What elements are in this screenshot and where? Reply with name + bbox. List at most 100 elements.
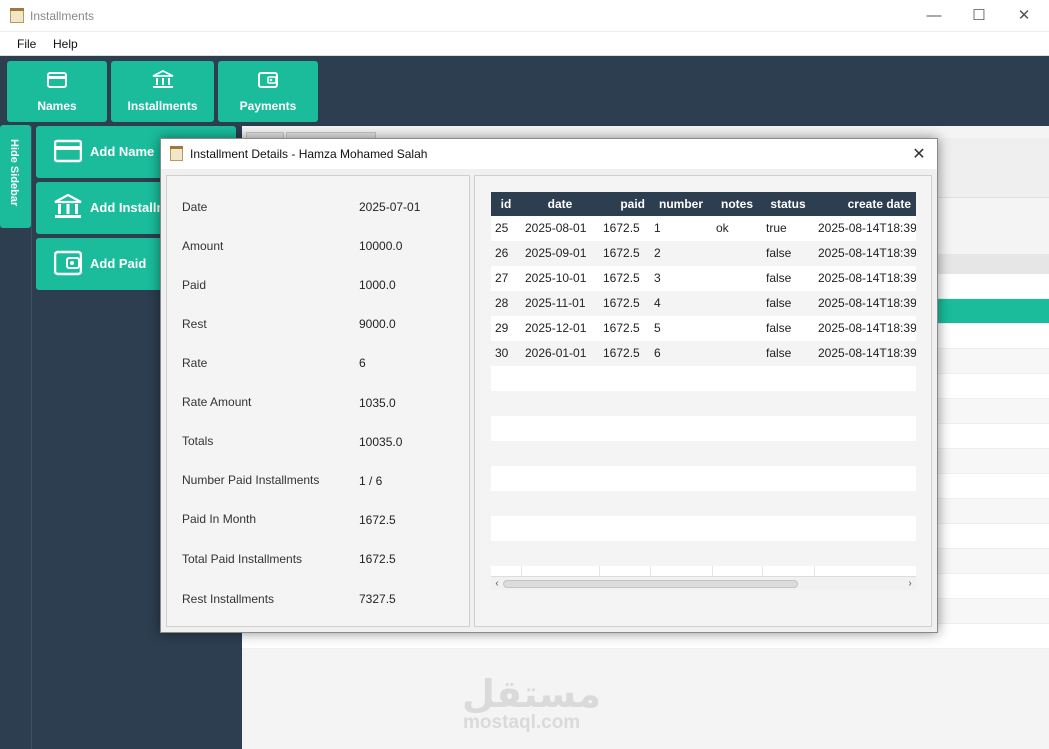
cell-create-date: 2025-08-14T18:39: [818,346,916,360]
cell-create-date: 2025-08-14T18:39: [818,221,916,235]
tab-installments[interactable]: Installments [111,61,214,122]
cell-create-date: 2025-08-14T18:39: [818,246,916,260]
wallet-icon [54,250,82,276]
tab-names-label: Names [37,99,77,113]
window-titlebar: Installments — ☐ ✕ [0,0,1049,32]
installment-details-dialog: Installment Details - Hamza Mohamed Sala… [160,138,938,633]
app-notepad-icon [10,8,24,23]
column-header[interactable]: id [491,192,521,216]
cell-id: 30 [495,346,509,360]
empty-row [491,441,916,466]
cell-paid: 1672.5 [603,271,640,285]
detail-value: 1000.0 [359,278,396,292]
cell-id: 29 [495,321,509,335]
detail-label: Paid [182,278,207,292]
cell-notes [712,291,762,316]
column-header[interactable]: status [762,192,814,216]
detail-value: 2025-07-01 [359,200,421,214]
tab-payments[interactable]: Payments [218,61,318,122]
cell-id: 27 [495,271,509,285]
cell-status: false [766,296,792,310]
cell-paid: 1672.5 [603,221,640,235]
cell-status: false [766,246,792,260]
detail-label: Paid In Month [182,512,257,526]
watermark-arabic: مستقل [462,672,601,716]
detail-label: Rest Installments [182,592,275,606]
cell-paid: 1672.5 [603,246,640,260]
tab-names[interactable]: Names [7,61,107,122]
dialog-close-button[interactable]: ✕ [909,144,929,164]
cell-paid: 1672.5 [603,296,640,310]
cell-paid: 1672.5 [603,321,640,335]
column-header[interactable]: create date [814,192,916,216]
empty-row [491,516,916,541]
column-header[interactable]: number [650,192,712,216]
table-row[interactable]: 30 2026-01-01 1672.5 6 false 2025-08-14T… [491,341,916,366]
cell-create-date: 2025-08-14T18:39: [818,321,916,335]
detail-value: 6 [359,356,366,370]
table-row[interactable]: 28 2025-11-01 1672.5 4 false 2025-08-14T… [491,291,916,316]
scrollbar-thumb[interactable] [503,580,798,588]
detail-value: 1 / 6 [359,474,383,488]
scroll-right-icon[interactable]: › [904,577,916,590]
cell-date: 2025-11-01 [525,296,586,310]
column-header[interactable]: notes [712,192,762,216]
cell-paid: 1672.5 [603,346,640,360]
menu-help[interactable]: Help [53,37,78,51]
app-notepad-icon [170,146,183,161]
minimize-button[interactable]: — [919,6,949,26]
table-row[interactable]: 27 2025-10-01 1672.5 3 false 2025-08-14T… [491,266,916,291]
cell-date: 2025-12-01 [525,321,587,335]
detail-value: 9000.0 [359,317,396,331]
cell-notes [712,241,762,266]
tab-payments-label: Payments [239,99,297,113]
detail-value: 1035.0 [359,396,396,410]
details-panel: Date 2025-07-01 Amount 10000.0 Paid 1000… [166,175,470,627]
cell-id: 25 [495,221,509,235]
cell-status: false [766,346,792,360]
empty-row [491,466,916,491]
empty-row [491,391,916,416]
detail-label: Rate [182,356,208,370]
empty-row [491,491,916,516]
cell-notes: ok [716,221,729,235]
detail-label: Rest [182,317,207,331]
cell-notes [712,341,762,366]
wallet-icon [258,72,278,88]
cell-id: 26 [495,246,509,260]
cell-date: 2026-01-01 [525,346,587,360]
table-row[interactable]: 29 2025-12-01 1672.5 5 false 2025-08-14T… [491,316,916,341]
dialog-titlebar: Installment Details - Hamza Mohamed Sala… [161,139,937,169]
cell-number: 3 [654,271,661,285]
cell-notes [712,266,762,291]
card-icon [47,72,67,88]
hide-sidebar-label: Hide Sidebar [8,139,20,207]
cell-number: 4 [654,296,661,310]
detail-label: Date [182,200,208,214]
table-row[interactable]: 25 2025-08-01 1672.5 1 ok true 2025-08-1… [491,216,916,241]
cell-status: true [766,221,787,235]
column-header[interactable]: paid [599,192,650,216]
hide-sidebar-button[interactable]: Hide Sidebar [0,125,31,228]
dialog-title: Installment Details - Hamza Mohamed Sala… [190,147,428,161]
window-title: Installments [30,9,95,23]
maximize-button[interactable]: ☐ [964,6,994,26]
installments-table[interactable]: id date paid number notes status create … [491,192,916,576]
sidebar-item-label: Add Name [90,144,155,159]
close-window-button[interactable]: ✕ [1009,6,1039,26]
horizontal-scrollbar[interactable]: ‹ › [491,576,916,590]
menu-file[interactable]: File [17,37,36,51]
cell-create-date: 2025-08-14T18:39: [818,296,916,310]
column-header[interactable]: date [521,192,599,216]
cell-date: 2025-09-01 [525,246,587,260]
detail-label: Totals [182,434,214,448]
detail-label: Total Paid Installments [182,552,303,566]
table-header: id date paid number notes status create … [491,192,916,216]
table-row[interactable]: 26 2025-09-01 1672.5 2 false 2025-08-14T… [491,241,916,266]
cell-number: 1 [654,221,661,235]
detail-value: 7327.5 [359,592,396,606]
detail-label: Amount [182,239,224,253]
empty-row [491,541,916,566]
scroll-left-icon[interactable]: ‹ [491,577,503,590]
menu-bar: File Help [0,32,1049,56]
